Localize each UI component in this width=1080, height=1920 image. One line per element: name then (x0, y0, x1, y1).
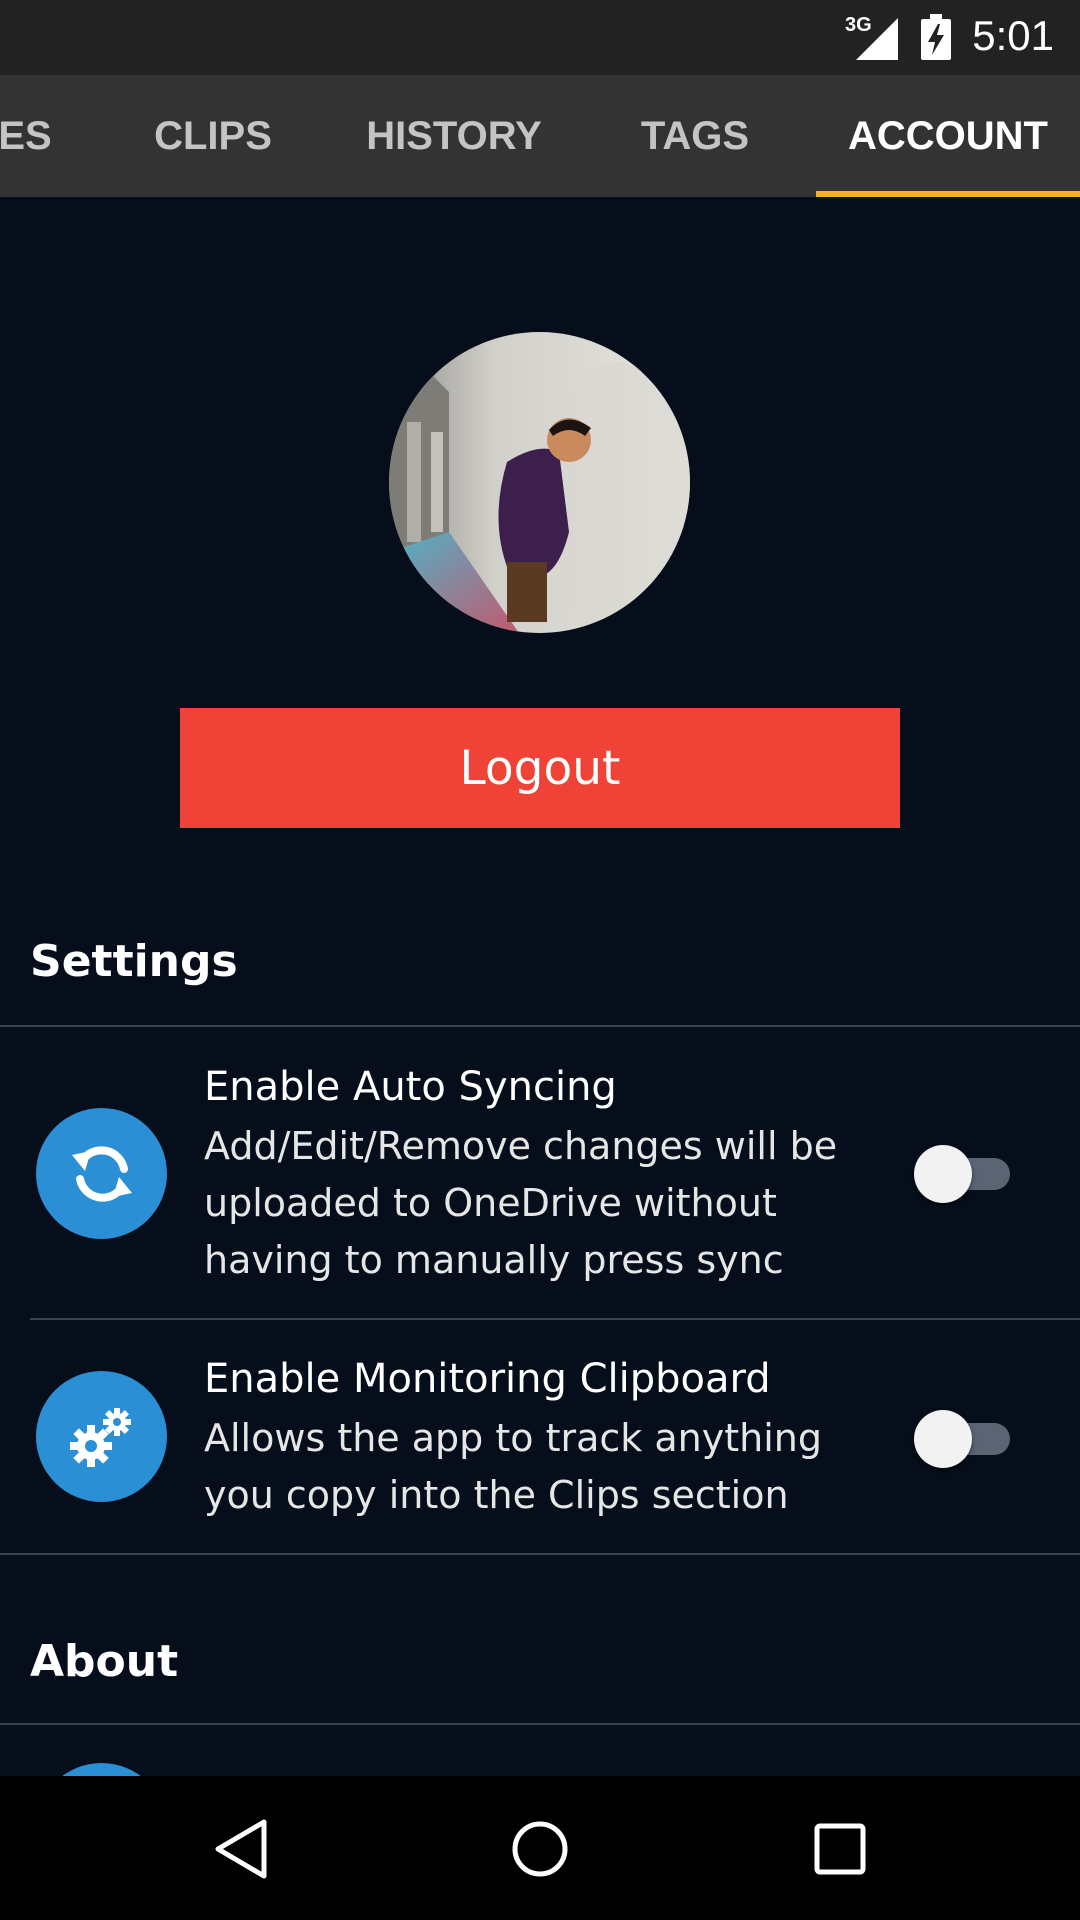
tab-account[interactable]: ACCOUNT (816, 75, 1080, 197)
settings-section-title: Settings (30, 936, 238, 987)
divider (0, 1723, 1080, 1725)
setting-auto-sync-title: Enable Auto Syncing (204, 1064, 617, 1110)
toggle-thumb (914, 1145, 972, 1203)
tab-bar: ES CLIPS HISTORY TAGS ACCOUNT (0, 75, 1080, 197)
navigation-bar (0, 1776, 1080, 1920)
back-icon[interactable] (206, 1814, 276, 1884)
monitor-clipboard-toggle[interactable] (914, 1408, 1012, 1468)
setting-auto-sync-description: Add/Edit/Remove changes will be uploaded… (204, 1124, 838, 1282)
avatar-photo (389, 332, 690, 633)
clock: 5:01 (972, 12, 1054, 59)
tab-history[interactable]: HISTORY (354, 75, 554, 197)
divider (30, 1318, 1080, 1320)
active-tab-indicator (816, 191, 1080, 197)
setting-monitor-clipboard-description: Allows the app to track anything you cop… (204, 1416, 822, 1517)
tab-notes[interactable]: ES (0, 75, 70, 197)
sync-icon (36, 1108, 167, 1239)
about-item-icon (36, 1763, 167, 1776)
about-section-title: About (30, 1636, 179, 1687)
recents-icon[interactable] (805, 1814, 875, 1884)
tab-clips[interactable]: CLIPS (130, 75, 296, 197)
logout-button[interactable]: Logout (180, 708, 900, 828)
signal-icon (856, 18, 898, 60)
gears-icon (36, 1371, 167, 1502)
setting-monitor-clipboard-title: Enable Monitoring Clipboard (204, 1356, 771, 1402)
battery-charging-icon (921, 14, 951, 60)
tab-tags[interactable]: TAGS (614, 75, 776, 197)
auto-sync-toggle[interactable] (914, 1143, 1012, 1203)
toggle-thumb (914, 1410, 972, 1468)
home-icon[interactable] (505, 1814, 575, 1884)
divider (0, 1025, 1080, 1027)
divider (0, 1553, 1080, 1555)
avatar (389, 332, 690, 633)
status-bar: 3G 5:01 (0, 0, 1080, 75)
